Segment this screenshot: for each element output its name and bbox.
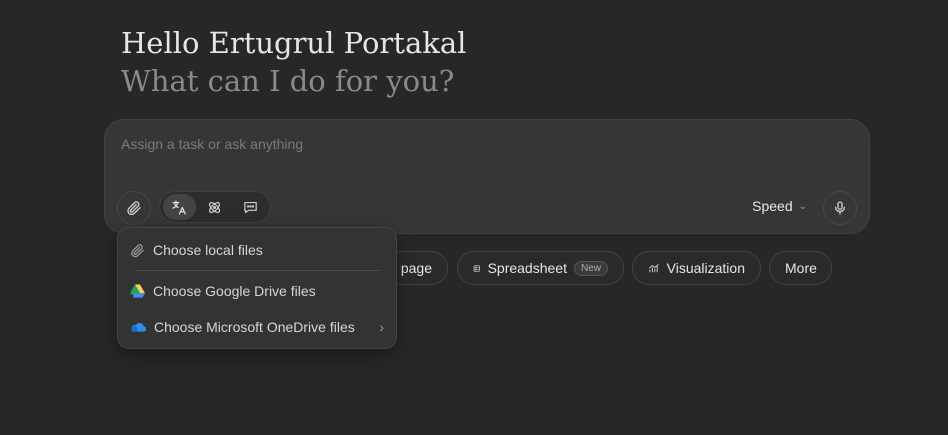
chip-label: page bbox=[400, 260, 432, 276]
menu-item-onedrive[interactable]: Choose Microsoft OneDrive files › bbox=[130, 313, 384, 341]
greeting-title: Hello Ertugrul Portakal bbox=[121, 26, 467, 60]
table-icon bbox=[473, 264, 480, 272]
atom-icon bbox=[209, 201, 221, 213]
attach-menu: Choose local files Choose Google Drive f… bbox=[117, 227, 397, 349]
menu-item-local-files[interactable]: Choose local files bbox=[130, 236, 384, 264]
paperclip-icon bbox=[127, 201, 141, 216]
chip-spreadsheet[interactable]: Spreadsheet New bbox=[457, 251, 624, 285]
microphone-icon bbox=[835, 201, 845, 215]
menu-item-label: Choose local files bbox=[153, 242, 263, 258]
menu-divider bbox=[135, 270, 380, 271]
chip-label: Visualization bbox=[666, 260, 745, 276]
chevron-right-icon: › bbox=[379, 319, 384, 335]
speed-label: Speed bbox=[752, 198, 793, 214]
mode-agent-button[interactable] bbox=[198, 194, 231, 220]
microphone-button[interactable] bbox=[823, 191, 857, 225]
chip-visualization[interactable]: Visualization bbox=[632, 251, 761, 285]
chart-icon bbox=[648, 264, 659, 273]
chat-icon bbox=[244, 201, 257, 213]
greeting-subtitle: What can I do for you? bbox=[121, 64, 455, 98]
chip-label: Spreadsheet bbox=[487, 260, 567, 276]
mode-chat-button[interactable] bbox=[234, 194, 267, 220]
paperclip-icon bbox=[131, 243, 144, 257]
attach-button[interactable] bbox=[117, 191, 151, 225]
menu-item-label: Choose Microsoft OneDrive files bbox=[154, 319, 355, 335]
new-badge: New bbox=[573, 260, 608, 276]
chevron-down-icon: ⌄ bbox=[798, 200, 807, 212]
onedrive-icon bbox=[131, 322, 146, 332]
task-composer[interactable]: Assign a task or ask anything Speed ⌄ bbox=[104, 119, 870, 234]
task-input[interactable]: Assign a task or ask anything bbox=[121, 136, 303, 152]
menu-item-google-drive[interactable]: Choose Google Drive files bbox=[130, 277, 384, 305]
greeting: Hello Ertugrul Portakal What can I do fo… bbox=[121, 24, 466, 100]
chip-label: More bbox=[785, 260, 817, 276]
translate-icon bbox=[172, 199, 186, 215]
mode-translate-button[interactable] bbox=[163, 194, 197, 220]
mode-selector bbox=[159, 191, 271, 223]
chip-more[interactable]: More bbox=[769, 251, 832, 285]
menu-item-label: Choose Google Drive files bbox=[153, 283, 316, 299]
google-drive-icon bbox=[130, 284, 145, 298]
speed-dropdown[interactable]: Speed ⌄ bbox=[752, 198, 807, 214]
